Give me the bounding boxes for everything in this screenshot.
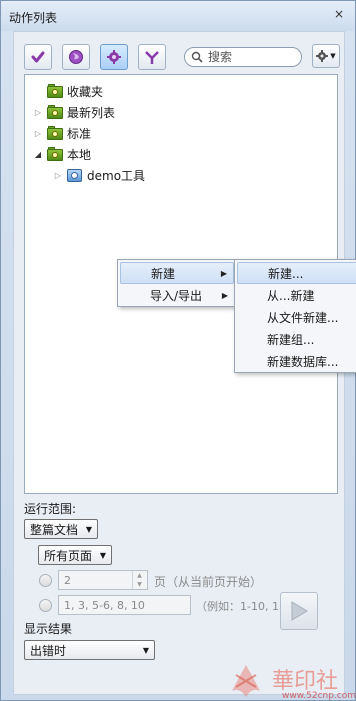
spinner-arrows[interactable]: ▲ ▼ xyxy=(132,571,146,589)
menu-item-new-from-file[interactable]: 从文件新建... xyxy=(237,306,355,328)
chevron-down-icon: ▼ xyxy=(330,52,336,60)
page-list-value: 1, 3, 5-6, 8, 10 xyxy=(64,598,145,612)
close-icon[interactable]: × xyxy=(332,7,346,21)
watermark: 華印社區 www.52cnp.com xyxy=(226,661,356,701)
submenu-new: 新建... 从...新建 从文件新建... 新建组... 新建数据库... xyxy=(234,259,356,373)
run-scope-label: 运行范围: xyxy=(24,502,77,516)
page-list-radio[interactable] xyxy=(39,599,52,612)
page-count-value: 2 xyxy=(64,573,71,587)
search-icon xyxy=(191,51,203,63)
tree-item-label: 本地 xyxy=(67,147,92,162)
page-count-stepper[interactable]: 2 ▲ ▼ xyxy=(58,570,148,590)
expand-arrow-icon[interactable]: ▷ xyxy=(33,107,43,117)
results-value: 出错时 xyxy=(30,643,67,658)
submenu-arrow-icon: ▶ xyxy=(221,290,228,300)
document-scope-value: 整篇文档 xyxy=(30,522,79,537)
collapse-arrow-icon[interactable]: ◢ xyxy=(33,149,43,159)
window-title: 动作列表 xyxy=(9,11,58,25)
watermark-url: www.52cnp.com xyxy=(282,691,356,701)
checkmark-button[interactable] xyxy=(24,44,52,70)
run-button[interactable] xyxy=(280,592,318,630)
tree-item-favorites[interactable]: 收藏夹 xyxy=(33,81,103,101)
tree-item-label: 最新列表 xyxy=(67,105,116,120)
options-dropdown-button[interactable]: ▼ xyxy=(312,44,340,68)
green-folder-icon xyxy=(47,105,63,119)
green-folder-icon xyxy=(47,147,63,161)
tree-item-local[interactable]: ◢ 本地 xyxy=(33,144,91,164)
green-folder-icon xyxy=(47,84,63,98)
gear-icon xyxy=(316,50,329,62)
chevron-down-icon: ▼ xyxy=(99,551,106,560)
tree-item-standard[interactable]: ▷ 标准 xyxy=(33,123,91,143)
play-icon xyxy=(291,601,308,621)
chevron-down-icon: ▼ xyxy=(142,646,149,655)
merge-button[interactable] xyxy=(138,44,166,70)
menu-item-new-database[interactable]: 新建数据库... xyxy=(237,350,355,372)
menu-item-label: 导入/导出 xyxy=(150,288,203,303)
menu-item-label: 从文件新建... xyxy=(267,310,339,325)
toolbar: ▼ xyxy=(24,42,340,74)
expand-arrow-icon[interactable]: ▷ xyxy=(53,170,63,180)
menu-item-new-from[interactable]: 从...新建 xyxy=(237,284,355,306)
checkmark-icon xyxy=(31,51,45,63)
submenu-arrow-icon: ▶ xyxy=(220,268,227,278)
menu-item-label: 从...新建 xyxy=(267,288,315,303)
results-select[interactable]: 出错时 ▼ xyxy=(24,640,155,660)
page-count-suffix: 页（从当前页开始） xyxy=(154,575,263,589)
tree-item-label: 收藏夹 xyxy=(67,84,104,99)
menu-item-label: 新建 xyxy=(151,266,176,281)
menu-item-new[interactable]: 新建 ▶ xyxy=(120,262,234,284)
title-bar: 动作列表 × xyxy=(1,1,355,31)
search-input[interactable] xyxy=(208,50,288,64)
menu-item-label: 新建... xyxy=(268,266,304,281)
merge-icon xyxy=(145,51,159,64)
document-scope-select[interactable]: 整篇文档 ▼ xyxy=(24,519,98,539)
gear-icon xyxy=(107,50,121,64)
actions-gear-button[interactable] xyxy=(100,44,128,70)
context-menu: 新建 ▶ 导入/导出 ▶ xyxy=(117,259,237,307)
menu-item-new-action[interactable]: 新建... xyxy=(237,262,356,284)
menu-item-label: 新建组... xyxy=(267,332,315,347)
menu-item-label: 新建数据库... xyxy=(267,354,339,369)
globe-button[interactable] xyxy=(62,44,90,70)
menu-item-import-export[interactable]: 导入/导出 ▶ xyxy=(120,284,234,306)
tree-item-demo-tools[interactable]: ▷ demo工具 xyxy=(53,165,145,185)
page-count-radio[interactable] xyxy=(39,574,52,587)
pages-value: 所有页面 xyxy=(44,548,93,563)
page-list-input[interactable]: 1, 3, 5-6, 8, 10 xyxy=(58,595,191,615)
search-field[interactable] xyxy=(184,47,302,67)
chevron-down-icon: ▼ xyxy=(85,525,92,534)
pages-select[interactable]: 所有页面 ▼ xyxy=(38,545,112,565)
results-label: 显示结果 xyxy=(24,622,73,636)
tree-item-label: 标准 xyxy=(67,126,92,141)
tree-item-label: demo工具 xyxy=(87,168,146,183)
blue-tool-icon xyxy=(67,168,83,182)
tree-item-recent[interactable]: ▷ 最新列表 xyxy=(33,102,115,122)
action-list-window: 动作列表 × 搜索 ▼ 收藏夹 ▷ 最新列表 ▷ 标准 ◢ 本地 ▷ demo工… xyxy=(0,0,356,701)
menu-item-new-group[interactable]: 新建组... xyxy=(237,328,355,350)
watermark-logo-icon xyxy=(232,665,260,697)
green-folder-icon xyxy=(47,126,63,140)
globe-icon xyxy=(69,50,83,64)
expand-arrow-icon[interactable]: ▷ xyxy=(33,128,43,138)
